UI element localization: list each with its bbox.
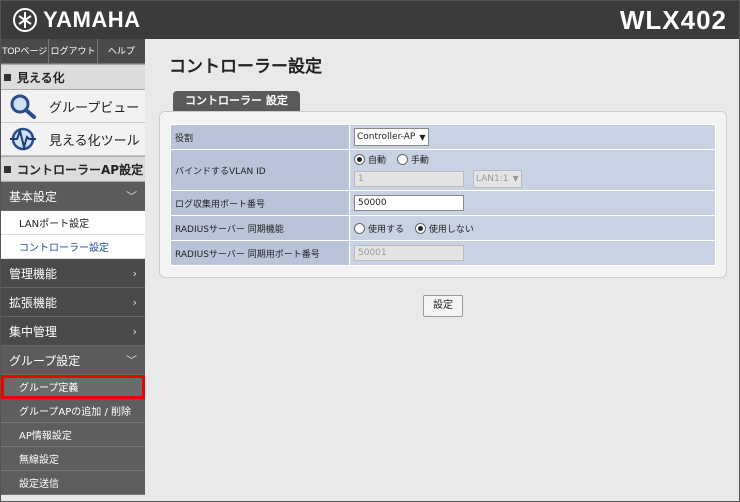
- role-select-value: Controller-AP: [357, 132, 416, 142]
- chevron-down-icon: ▼: [419, 132, 426, 142]
- settings-table: 役割 Controller-AP ▼ バインドするVLAN ID 自動 手動 1…: [170, 124, 716, 266]
- nav-ap-info[interactable]: AP情報設定: [1, 423, 145, 447]
- vlan-manual-label: 手動: [410, 155, 429, 166]
- vlan-id-input[interactable]: 1: [354, 170, 464, 187]
- settings-panel: 役割 Controller-AP ▼ バインドするVLAN ID 自動 手動 1…: [159, 111, 727, 278]
- radius-nouse-radio[interactable]: [414, 222, 426, 234]
- controller-header: コントローラーAP設定: [1, 156, 145, 182]
- help-link[interactable]: ヘルプ: [98, 39, 145, 63]
- nav-management[interactable]: 管理機能 ›: [1, 259, 145, 288]
- tab-controller-settings: コントローラー 設定: [173, 91, 300, 111]
- radius-port-cell: 50001: [349, 240, 716, 266]
- chevron-down-icon: ▼: [512, 174, 519, 183]
- nav-central-management-label: 集中管理: [9, 324, 58, 339]
- radius-use-radio[interactable]: [354, 222, 365, 234]
- pulse-globe-icon: [10, 127, 36, 151]
- role-label: 役割: [170, 124, 350, 150]
- visualize-tool-label: 見える化ツール: [49, 133, 140, 149]
- table-row: RADIUSサーバー 同期用ポート番号 50001: [170, 240, 716, 266]
- submit-button[interactable]: 設定: [423, 295, 463, 317]
- visualize-header: 見える化: [1, 64, 145, 90]
- nav-extensions-label: 拡張機能: [9, 295, 58, 310]
- table-row: バインドするVLAN ID 自動 手動 1 LAN1:1 ▼: [170, 149, 716, 191]
- visualize-header-label: 見える化: [17, 70, 65, 85]
- table-row: 役割 Controller-AP ▼: [170, 124, 716, 150]
- radius-use-label: 使用する: [368, 224, 405, 235]
- radius-port-input[interactable]: 50001: [354, 245, 464, 261]
- main-content: コントローラー設定 コントローラー 設定 役割 Controller-AP ▼ …: [145, 39, 739, 501]
- nav-group-ap-add-remove[interactable]: グループAPの追加 / 削除: [1, 399, 145, 423]
- radius-sync-cell: 使用する 使用しない: [349, 215, 716, 241]
- role-select[interactable]: Controller-AP ▼: [354, 128, 429, 146]
- nav-wireless-settings[interactable]: 無線設定: [1, 447, 145, 471]
- vlan-port-select[interactable]: LAN1:1 ▼: [472, 169, 522, 188]
- header-bar: YAMAHA WLX402: [1, 1, 739, 39]
- page-title: コントローラー設定: [169, 57, 322, 77]
- square-bullet-icon: [4, 165, 11, 173]
- group-view-label: グループビュー: [49, 100, 140, 116]
- vlan-cell: 自動 手動 1 LAN1:1 ▼: [349, 149, 716, 191]
- chevron-right-icon: ›: [132, 324, 137, 338]
- radius-sync-label: RADIUSサーバー 同期機能: [170, 215, 350, 241]
- visualize-tool-link[interactable]: 見える化ツール: [1, 123, 145, 156]
- nav-controller-settings[interactable]: コントローラー設定: [1, 235, 145, 259]
- model-name: WLX402: [619, 5, 727, 35]
- app-window: YAMAHA WLX402 TOPページ ログアウト ヘルプ 見える化 グループ…: [0, 0, 740, 502]
- chevron-down-icon: ﹀: [126, 190, 137, 203]
- chevron-down-icon: ﹀: [126, 354, 137, 367]
- table-row: RADIUSサーバー 同期機能 使用する 使用しない: [170, 215, 716, 241]
- vlan-auto-label: 自動: [368, 155, 387, 166]
- nav-management-label: 管理機能: [9, 266, 58, 281]
- nav-group-definition[interactable]: グループ定義: [1, 375, 145, 399]
- logout-link[interactable]: ログアウト: [49, 39, 98, 63]
- vlan-auto-radio[interactable]: [354, 153, 365, 165]
- tuning-fork-logo-icon: [13, 8, 37, 32]
- group-view-link[interactable]: グループビュー: [1, 90, 145, 123]
- vlan-port-value: LAN1:1: [475, 173, 509, 184]
- nav-basic-settings-label: 基本設定: [9, 189, 58, 204]
- radius-port-label: RADIUSサーバー 同期用ポート番号: [170, 240, 350, 266]
- nav-extensions[interactable]: 拡張機能 ›: [1, 288, 145, 317]
- chevron-right-icon: ›: [132, 295, 137, 309]
- vlan-label: バインドするVLAN ID: [170, 149, 350, 191]
- chevron-right-icon: ›: [132, 266, 137, 280]
- radius-nouse-label: 使用しない: [428, 224, 474, 235]
- vlan-manual-radio[interactable]: [396, 153, 408, 165]
- square-bullet-icon: [4, 73, 11, 81]
- top-nav: TOPページ ログアウト ヘルプ: [1, 39, 145, 64]
- table-row: ログ収集用ポート番号 50000: [170, 190, 716, 216]
- sidebar: TOPページ ログアウト ヘルプ 見える化 グループビュー 見える化ツール コン…: [1, 39, 145, 501]
- log-port-input[interactable]: 50000: [354, 195, 464, 211]
- yamaha-logo[interactable]: YAMAHA: [13, 7, 141, 33]
- controller-header-label: コントローラーAP設定: [17, 162, 144, 177]
- top-page-link[interactable]: TOPページ: [1, 39, 50, 63]
- log-port-label: ログ収集用ポート番号: [170, 190, 350, 216]
- nav-send-settings[interactable]: 設定送信: [1, 471, 145, 495]
- nav-basic-settings[interactable]: 基本設定 ﹀: [1, 182, 145, 211]
- nav-group-settings[interactable]: グループ設定 ﹀: [1, 346, 145, 375]
- log-port-cell: 50000: [349, 190, 716, 216]
- nav-lan-port[interactable]: LANポート設定: [1, 211, 145, 235]
- role-cell: Controller-AP ▼: [349, 124, 716, 150]
- magnifier-icon: [10, 94, 36, 119]
- brand-name: YAMAHA: [43, 7, 141, 32]
- nav-group-settings-label: グループ設定: [9, 353, 81, 368]
- nav-central-management[interactable]: 集中管理 ›: [1, 317, 145, 346]
